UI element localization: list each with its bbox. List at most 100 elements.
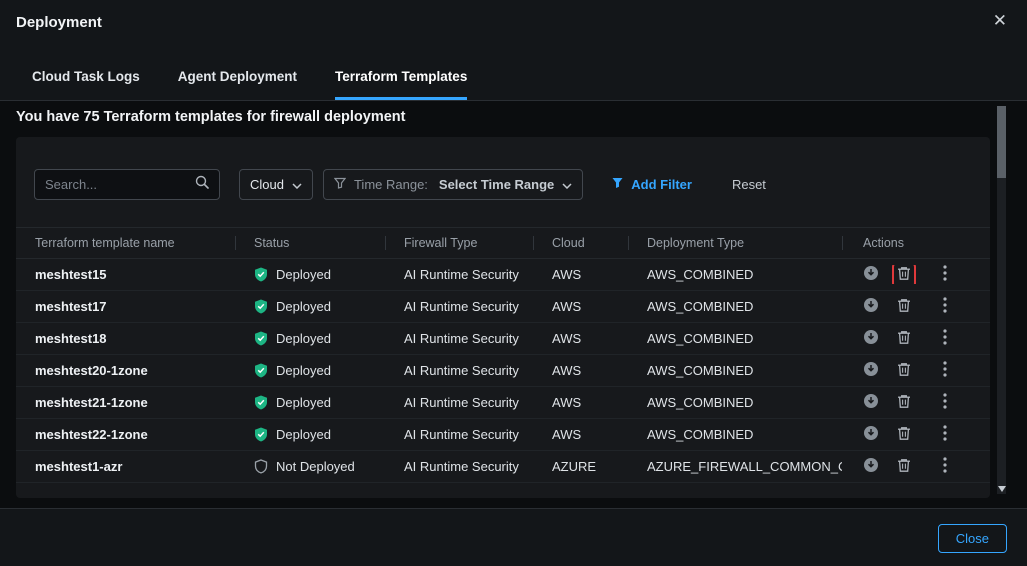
not-deployed-shield-icon <box>254 459 268 474</box>
close-button[interactable]: Close <box>938 524 1007 553</box>
deployment-type-cell: AWS_COMBINED <box>628 267 842 282</box>
reset-button[interactable]: Reset <box>732 177 766 192</box>
scrollbar-thumb[interactable] <box>997 106 1006 178</box>
cloud-cell: AWS <box>533 427 628 442</box>
deployment-type-cell: AWS_COMBINED <box>628 299 842 314</box>
more-actions-button[interactable] <box>943 329 947 348</box>
deployment-type-cell: AZURE_FIREWALL_COMMON_CENTRAL <box>628 459 842 474</box>
download-icon <box>863 329 879 348</box>
template-name-cell: meshtest1-azr <box>16 459 235 474</box>
deployment-type-cell: AWS_COMBINED <box>628 331 842 346</box>
more-actions-button[interactable] <box>943 265 947 284</box>
download-button[interactable] <box>863 297 879 316</box>
add-filter-label: Add Filter <box>631 177 692 192</box>
delete-button[interactable] <box>897 458 911 476</box>
templates-panel: Cloud Time Range: Select Time Range Add … <box>16 137 990 498</box>
download-button[interactable] <box>863 457 879 476</box>
delete-button[interactable] <box>897 426 911 444</box>
table-row: meshtest15 Deployed AI Runtime Security … <box>16 259 990 291</box>
more-actions-button[interactable] <box>943 393 947 412</box>
download-button[interactable] <box>863 265 879 284</box>
summary-text: You have 75 Terraform templates for fire… <box>16 109 405 125</box>
trash-icon <box>897 394 911 412</box>
more-actions-button[interactable] <box>943 457 947 476</box>
more-actions-button[interactable] <box>943 297 947 316</box>
actions-cell <box>842 265 990 284</box>
time-range-dropdown[interactable]: Time Range: Select Time Range <box>323 169 583 200</box>
filter-icon <box>611 177 624 192</box>
status-cell: Deployed <box>235 395 385 410</box>
cloud-dropdown[interactable]: Cloud <box>239 169 313 200</box>
more-actions-button[interactable] <box>943 361 947 380</box>
cloud-cell: AWS <box>533 363 628 378</box>
status-cell: Deployed <box>235 299 385 314</box>
download-icon <box>863 457 879 476</box>
trash-icon <box>897 298 911 316</box>
chevron-down-icon <box>562 177 572 192</box>
actions-cell <box>842 329 990 348</box>
tab-cloud-task-logs[interactable]: Cloud Task Logs <box>32 69 140 100</box>
template-name-cell: meshtest17 <box>16 299 235 314</box>
more-actions-button[interactable] <box>943 425 947 444</box>
trash-icon <box>897 458 911 476</box>
kebab-menu-icon <box>943 329 947 348</box>
status-label: Deployed <box>276 363 331 378</box>
table-row: meshtest21-1zone Deployed AI Runtime Sec… <box>16 387 990 419</box>
deployed-shield-icon <box>254 267 268 282</box>
download-button[interactable] <box>863 425 879 444</box>
status-label: Deployed <box>276 299 331 314</box>
add-filter-button[interactable]: Add Filter <box>611 177 692 192</box>
kebab-menu-icon <box>943 457 947 476</box>
kebab-menu-icon <box>943 297 947 316</box>
column-header-template-name: Terraform template name <box>16 236 235 250</box>
kebab-menu-icon <box>943 425 947 444</box>
table-row: meshtest18 Deployed AI Runtime Security … <box>16 323 990 355</box>
column-header-firewall-type: Firewall Type <box>385 236 533 250</box>
delete-button[interactable] <box>897 266 911 284</box>
actions-cell <box>842 393 990 412</box>
download-button[interactable] <box>863 393 879 412</box>
actions-cell <box>842 297 990 316</box>
download-button[interactable] <box>863 329 879 348</box>
filter-bar: Cloud Time Range: Select Time Range Add … <box>16 137 990 200</box>
table-row: meshtest20-1zone Deployed AI Runtime Sec… <box>16 355 990 387</box>
firewall-type-cell: AI Runtime Security <box>385 427 533 442</box>
column-header-status: Status <box>235 236 385 250</box>
time-range-value: Select Time Range <box>439 177 554 192</box>
download-button[interactable] <box>863 361 879 380</box>
status-label: Deployed <box>276 267 331 282</box>
time-range-label: Time Range: <box>354 177 428 192</box>
close-icon[interactable]: ✕ <box>993 12 1007 29</box>
firewall-type-cell: AI Runtime Security <box>385 299 533 314</box>
delete-button[interactable] <box>897 394 911 412</box>
trash-icon <box>897 330 911 348</box>
column-header-cloud: Cloud <box>533 236 628 250</box>
download-icon <box>863 297 879 316</box>
kebab-menu-icon <box>943 265 947 284</box>
status-cell: Deployed <box>235 267 385 282</box>
status-label: Deployed <box>276 331 331 346</box>
tab-agent-deployment[interactable]: Agent Deployment <box>178 69 297 100</box>
delete-button[interactable] <box>897 330 911 348</box>
delete-button[interactable] <box>897 362 911 380</box>
template-name-cell: meshtest15 <box>16 267 235 282</box>
deployed-shield-icon <box>254 427 268 442</box>
trash-icon <box>897 362 911 380</box>
cloud-dropdown-value: Cloud <box>250 177 284 192</box>
status-label: Deployed <box>276 427 331 442</box>
actions-cell <box>842 457 990 476</box>
delete-button[interactable] <box>897 298 911 316</box>
table-body: meshtest15 Deployed AI Runtime Security … <box>16 259 990 483</box>
table-header: Terraform template name Status Firewall … <box>16 227 990 259</box>
template-name-cell: meshtest22-1zone <box>16 427 235 442</box>
vertical-scrollbar[interactable] <box>997 106 1006 494</box>
scroll-down-arrow-icon[interactable] <box>998 486 1006 492</box>
table-row: meshtest17 Deployed AI Runtime Security … <box>16 291 990 323</box>
deployed-shield-icon <box>254 395 268 410</box>
deployed-shield-icon <box>254 363 268 378</box>
search-input[interactable] <box>45 177 195 192</box>
search-box[interactable] <box>34 169 220 200</box>
modal-title: Deployment <box>16 14 102 31</box>
tab-terraform-templates[interactable]: Terraform Templates <box>335 69 467 100</box>
status-cell: Deployed <box>235 427 385 442</box>
